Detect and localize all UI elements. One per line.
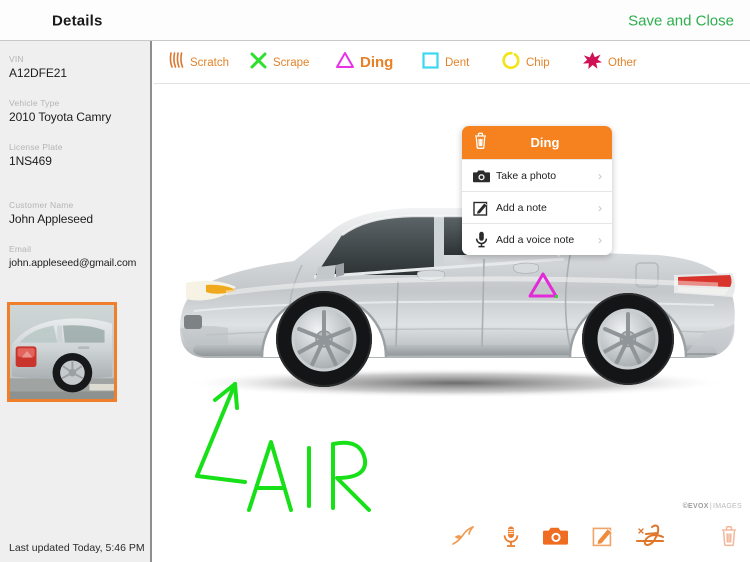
field-license-plate: License Plate 1NS469	[9, 142, 149, 169]
damage-type-label: Other	[608, 56, 637, 69]
watermark-suffix: IMAGES	[712, 503, 742, 510]
damage-action-popup: Ding Take a photo › Add a note › Add a v…	[462, 126, 612, 255]
damage-inspection-app: Details Save and Close VIN A12DFE21 Vehi…	[0, 0, 750, 562]
field-email: Email john.appleseed@gmail.com	[9, 244, 149, 270]
damage-type-label: Ding	[360, 54, 394, 71]
popup-row-label: Add a voice note	[496, 233, 575, 246]
ding-marker[interactable]	[526, 270, 560, 300]
tool-signature[interactable]	[632, 522, 666, 556]
scratch-icon	[168, 51, 185, 74]
popup-row-take-a-photo[interactable]: Take a photo ›	[462, 159, 612, 191]
field-label: VIN	[9, 54, 24, 64]
trash-icon	[720, 525, 738, 552]
chevron-right-icon: ›	[598, 168, 602, 183]
other-icon	[582, 51, 603, 75]
tool-delete[interactable]	[712, 522, 746, 556]
thumbnail-photo	[10, 305, 114, 399]
microphone-icon	[466, 231, 496, 248]
popup-row-label: Add a note	[496, 201, 547, 214]
damage-type-other[interactable]: Other	[582, 41, 637, 84]
save-and-close-button[interactable]: Save and Close	[628, 13, 734, 30]
scrape-icon	[249, 51, 268, 75]
trash-icon[interactable]	[473, 131, 488, 154]
last-updated-label: Last updated Today, 5:46 PM	[9, 542, 145, 554]
field-customer-name: Customer Name John Appleseed	[9, 200, 149, 227]
ding-marker-triangle	[528, 272, 558, 298]
camera-icon	[543, 526, 569, 551]
field-label: License Plate	[9, 142, 63, 152]
top-header-bar: Details Save and Close	[0, 0, 750, 41]
damage-type-ding[interactable]: Ding	[335, 41, 393, 84]
watermark-brand: ©EVOX	[682, 503, 709, 510]
tool-note[interactable]	[586, 522, 620, 556]
field-label: Customer Name	[9, 200, 74, 210]
signature-icon	[632, 523, 666, 554]
chevron-right-icon: ›	[598, 200, 602, 215]
damage-type-label: Dent	[445, 56, 470, 69]
popup-row-add-a-note[interactable]: Add a note ›	[462, 191, 612, 223]
damage-type-label: Scrape	[273, 56, 310, 69]
tool-toolbar	[154, 515, 750, 562]
field-value: john.appleseed@gmail.com	[9, 257, 137, 270]
page-title: Details	[52, 12, 103, 30]
damage-type-chip[interactable]: Chip	[502, 41, 550, 84]
damage-type-scrape[interactable]: Scrape	[249, 41, 309, 84]
car-svg	[180, 208, 735, 398]
draw-pen-icon	[450, 524, 478, 553]
note-pencil-icon	[592, 525, 614, 552]
damage-type-toolbar: Scratch Scrape Ding Dent Chip Other	[154, 41, 750, 84]
popup-row-add-a-voice-note[interactable]: Add a voice note ›	[462, 223, 612, 255]
camera-icon	[466, 169, 496, 183]
vehicle-side-view-image	[166, 189, 746, 404]
field-label: Vehicle Type	[9, 98, 60, 108]
chevron-right-icon: ›	[598, 232, 602, 247]
ding-icon	[335, 51, 355, 74]
tool-draw[interactable]	[447, 522, 481, 556]
note-pencil-icon	[466, 200, 496, 216]
tool-voice-note[interactable]	[494, 522, 528, 556]
damage-type-scratch[interactable]: Scratch	[168, 41, 229, 84]
vehicle-diagram-canvas[interactable]: ©EVOX|IMAGES Ding Take a photo › Add a n…	[154, 84, 750, 562]
damage-type-label: Scratch	[190, 56, 229, 69]
microphone-icon	[503, 525, 519, 553]
field-value: 1NS469	[9, 154, 52, 169]
field-label: Email	[9, 244, 32, 254]
field-value: A12DFE21	[9, 66, 67, 81]
popup-row-label: Take a photo	[496, 169, 557, 182]
evox-images-watermark: ©EVOX|IMAGES	[683, 503, 742, 510]
tool-photo[interactable]	[539, 522, 573, 556]
field-vehicle-type: Vehicle Type 2010 Toyota Camry	[9, 98, 149, 125]
vehicle-damage-photo-thumbnail[interactable]	[7, 302, 117, 402]
field-value: 2010 Toyota Camry	[9, 110, 112, 125]
dent-icon	[421, 51, 440, 75]
damage-type-label: Chip	[526, 56, 550, 69]
field-vin: VIN A12DFE21	[9, 54, 149, 81]
damage-type-dent[interactable]: Dent	[421, 41, 469, 84]
details-sidebar: VIN A12DFE21 Vehicle Type 2010 Toyota Ca…	[0, 41, 152, 562]
chip-icon	[502, 51, 521, 75]
popup-header: Ding	[462, 126, 612, 159]
field-value: John Appleseed	[9, 212, 94, 227]
